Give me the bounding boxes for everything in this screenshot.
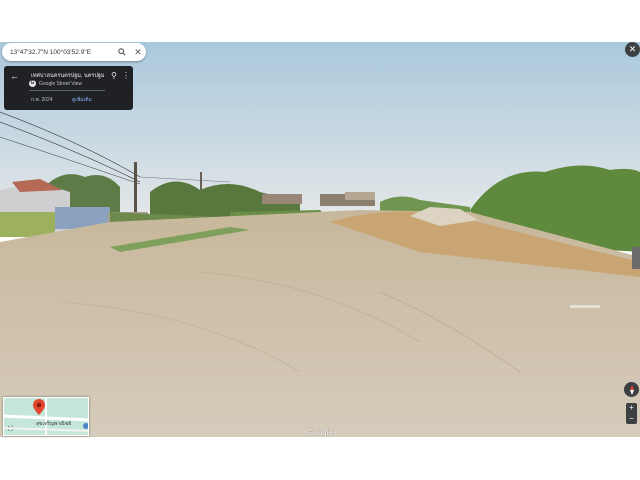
coordinates-search-bar[interactable]: 13°47'32.7"N 100°03'52.9"E ✕ (2, 43, 146, 61)
coordinates-text[interactable]: 13°47'32.7"N 100°03'52.9"E (10, 49, 114, 56)
capture-date[interactable]: ก.พ. 2024 (31, 96, 53, 104)
divider (29, 90, 105, 91)
expand-icon[interactable]: ⛶ (8, 426, 13, 434)
back-arrow-icon[interactable]: ← (10, 71, 19, 81)
close-icon[interactable]: ✕ (130, 44, 146, 60)
zoom-controls: + − (626, 403, 637, 424)
close-icon: ✕ (628, 44, 637, 54)
location-info-card: ← เทศบาลนครนครปฐม, นครปฐม G Google Stree… (4, 66, 133, 110)
more-icon[interactable]: ⋮ (122, 71, 130, 80)
see-more-link[interactable]: ดูเพิ่มเติม (72, 96, 92, 104)
map-pin-icon (33, 399, 45, 420)
street-view-source: G Google Street View (29, 80, 82, 87)
close-street-view-button[interactable]: ✕ (625, 42, 640, 57)
map-road-label: สุขเจริญพาณิชย์ (36, 421, 72, 427)
google-logo: Google (307, 428, 333, 437)
minimap-roads (4, 398, 88, 435)
place-title: เทศบาลนครนครปฐม, นครปฐม (31, 73, 105, 79)
zoom-in-button[interactable]: + (629, 404, 634, 412)
pin-icon[interactable]: ⚲ (111, 71, 117, 80)
source-label: Google Street View (39, 80, 82, 87)
compass-icon[interactable] (624, 382, 639, 397)
street-view-icon: G (29, 80, 36, 87)
minimap[interactable]: สุขเจริญพาณิชย์ ⛶ (3, 397, 89, 436)
search-icon[interactable] (114, 44, 130, 60)
zoom-out-button[interactable]: − (629, 414, 634, 423)
